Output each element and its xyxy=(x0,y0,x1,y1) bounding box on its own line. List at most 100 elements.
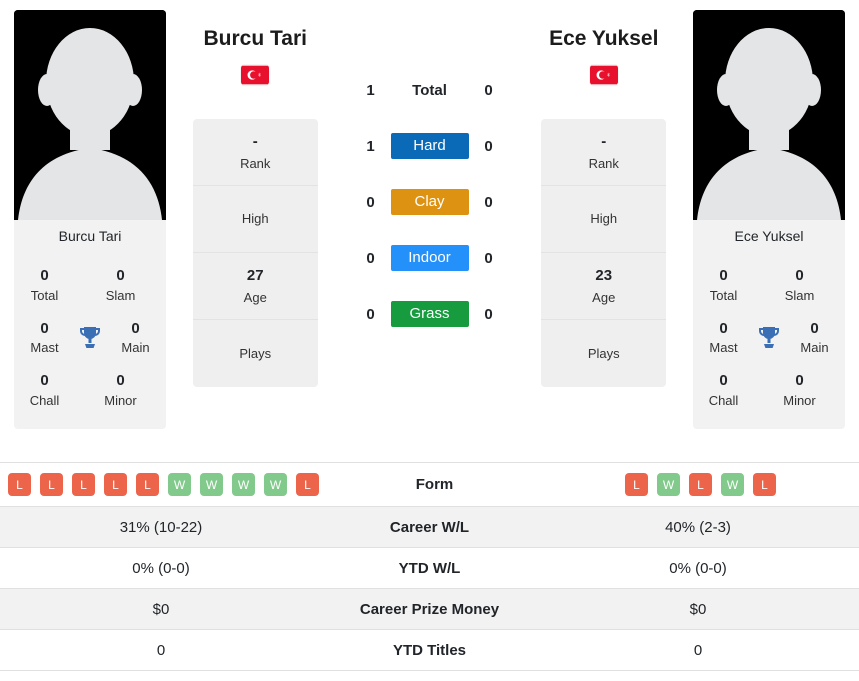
trophy-minor-left: 0 Minor xyxy=(75,364,166,417)
trophy-mast-label-left: Mast xyxy=(30,340,59,356)
h2h-row-hard: 1 Hard 0 xyxy=(335,118,525,174)
h2h-surface-label-clay[interactable]: Clay xyxy=(390,189,469,215)
career-wl-left: 31% (10-22) xyxy=(119,518,203,536)
info-age-value-left: 27 xyxy=(246,267,264,285)
info-age-left: 27 Age xyxy=(192,253,318,321)
trophy-mast-value-left: 0 xyxy=(40,319,49,337)
trophy-chall-left: 0 Chall xyxy=(14,364,75,417)
form-badge-loss[interactable]: L xyxy=(296,473,319,496)
form-badges-right: LWLWL xyxy=(542,463,859,506)
player-card-left[interactable]: Burcu Tari 0 Total 0 Slam 0 Mast 0 Main … xyxy=(14,10,166,429)
h2h-row-clay: 0 Clay 0 xyxy=(335,174,525,230)
player-card-right[interactable]: Ece Yuksel 0 Total 0 Slam 0 Mast 0 Main … xyxy=(693,10,845,429)
h2h-left-value: 0 xyxy=(366,305,375,323)
form-badge-loss[interactable]: L xyxy=(8,473,31,496)
trophy-slam-value-right: 0 xyxy=(795,267,804,284)
form-badge-win[interactable]: W xyxy=(168,473,191,496)
info-plays-right: Plays xyxy=(541,320,666,387)
player-name-left[interactable]: Burcu Tari xyxy=(204,26,307,51)
form-badge-loss[interactable]: L xyxy=(136,473,159,496)
table-row-ytd-wl: 0% (0-0) YTD W/L 0% (0-0) xyxy=(0,548,859,589)
form-badges-left: LLLLLWWWWL xyxy=(0,463,327,506)
trophy-total-value-right: 0 xyxy=(719,267,728,284)
trophy-minor-value-left: 0 xyxy=(116,372,125,390)
player-photo-caption-right: Ece Yuksel xyxy=(693,220,845,253)
h2h-row-indoor: 0 Indoor 0 xyxy=(335,230,525,286)
table-label-ytd-titles: YTD Titles xyxy=(392,641,467,659)
info-rank-label-left: Rank xyxy=(240,155,271,171)
form-badge-win[interactable]: W xyxy=(657,473,680,496)
h2h-surface-label-grass[interactable]: Grass xyxy=(390,301,469,327)
trophy-minor-value-right: 0 xyxy=(795,372,804,390)
trophy-chall-value-left: 0 xyxy=(40,372,49,390)
trophy-slam-value-left: 0 xyxy=(116,267,125,284)
trophy-main-right: 0 Main xyxy=(784,312,845,365)
player-photo-caption-left: Burcu Tari xyxy=(14,220,166,253)
info-high-label-right: High xyxy=(590,211,618,227)
h2h-right-value: 0 xyxy=(484,81,493,99)
form-badge-win[interactable]: W xyxy=(232,473,255,496)
turkey-flag-icon xyxy=(589,65,618,85)
info-plays-label-left: Plays xyxy=(239,345,272,361)
info-age-label-left: Age xyxy=(243,289,267,305)
form-badge-win[interactable]: W xyxy=(721,473,744,496)
player-info-left: Burcu Tari - Rank High 27 Age Plays xyxy=(176,10,335,388)
h2h-left-value: 0 xyxy=(366,193,375,211)
info-plays-left: Plays xyxy=(193,320,318,387)
trophy-slam-left: 0 Slam xyxy=(75,259,166,312)
trophy-icon xyxy=(75,325,105,351)
table-label-career-wl: Career W/L xyxy=(389,518,470,536)
trophy-main-left: 0 Main xyxy=(105,312,166,365)
h2h-surface-label-indoor[interactable]: Indoor xyxy=(390,245,469,271)
trophy-minor-label-right: Minor xyxy=(783,392,816,408)
ytd-titles-left: 0 xyxy=(156,641,166,659)
trophy-main-value-left: 0 xyxy=(131,319,140,337)
form-badge-loss[interactable]: L xyxy=(689,473,712,496)
trophy-chall-value-right: 0 xyxy=(719,372,728,390)
info-rank-value-left: - xyxy=(252,133,258,151)
turkey-flag-icon xyxy=(241,65,270,85)
info-rank-right: - Rank xyxy=(541,119,667,187)
trophy-stats-left: 0 Total 0 Slam 0 Mast 0 Main 0 Chall 0 M… xyxy=(14,253,166,429)
info-age-label-right: Age xyxy=(592,289,616,305)
info-plays-label-right: Plays xyxy=(587,345,620,361)
table-row-form: LLLLLWWWWL Form LWLWL xyxy=(0,463,859,507)
form-badge-win[interactable]: W xyxy=(200,473,223,496)
h2h-row-grass: 0 Grass 0 xyxy=(335,286,525,342)
trophy-mast-left: 0 Mast xyxy=(14,312,75,365)
form-badge-win[interactable]: W xyxy=(264,473,287,496)
info-rank-value-right: - xyxy=(601,133,607,151)
player-info-box-right: - Rank High 23 Age Plays xyxy=(541,119,667,388)
table-row-career-prize-money: $0 Career Prize Money $0 xyxy=(0,589,859,630)
head-to-head-column: 1 Total 0 1 Hard 0 0 Clay 0 0 Indoor 0 0 Grass 0 xyxy=(335,10,525,342)
info-high-label-left: High xyxy=(241,211,269,227)
trophy-minor-label-left: Minor xyxy=(104,392,137,408)
info-age-value-right: 23 xyxy=(595,267,613,285)
h2h-right-value: 0 xyxy=(484,137,493,155)
trophy-stats-right: 0 Total 0 Slam 0 Mast 0 Main 0 Chall 0 M… xyxy=(693,253,845,429)
player-photo-right xyxy=(693,10,845,220)
trophy-total-right: 0 Total xyxy=(693,259,754,312)
form-badge-loss[interactable]: L xyxy=(753,473,776,496)
form-badge-loss[interactable]: L xyxy=(40,473,63,496)
trophy-total-value-left: 0 xyxy=(40,267,49,284)
career-prize-money-right: $0 xyxy=(689,600,707,618)
h2h-left-value: 1 xyxy=(366,81,375,99)
h2h-surface-label-hard[interactable]: Hard xyxy=(390,133,469,159)
player-photo-left xyxy=(14,10,166,220)
ytd-wl-right: 0% (0-0) xyxy=(669,559,727,577)
info-high-right: High xyxy=(541,186,667,254)
table-label-form: Form xyxy=(415,476,454,493)
trophy-total-label-left: Total xyxy=(30,287,59,303)
form-badge-loss[interactable]: L xyxy=(72,473,95,496)
table-label-career-prize-money: Career Prize Money xyxy=(359,600,500,618)
ytd-titles-right: 0 xyxy=(693,641,703,659)
form-badge-loss[interactable]: L xyxy=(104,473,127,496)
trophy-main-label-right: Main xyxy=(800,340,829,356)
trophy-chall-label-left: Chall xyxy=(29,392,60,408)
trophy-minor-right: 0 Minor xyxy=(754,364,845,417)
player-name-right[interactable]: Ece Yuksel xyxy=(549,26,658,51)
career-prize-money-left: $0 xyxy=(152,600,170,618)
trophy-total-label-right: Total xyxy=(709,287,738,303)
form-badge-loss[interactable]: L xyxy=(625,473,648,496)
